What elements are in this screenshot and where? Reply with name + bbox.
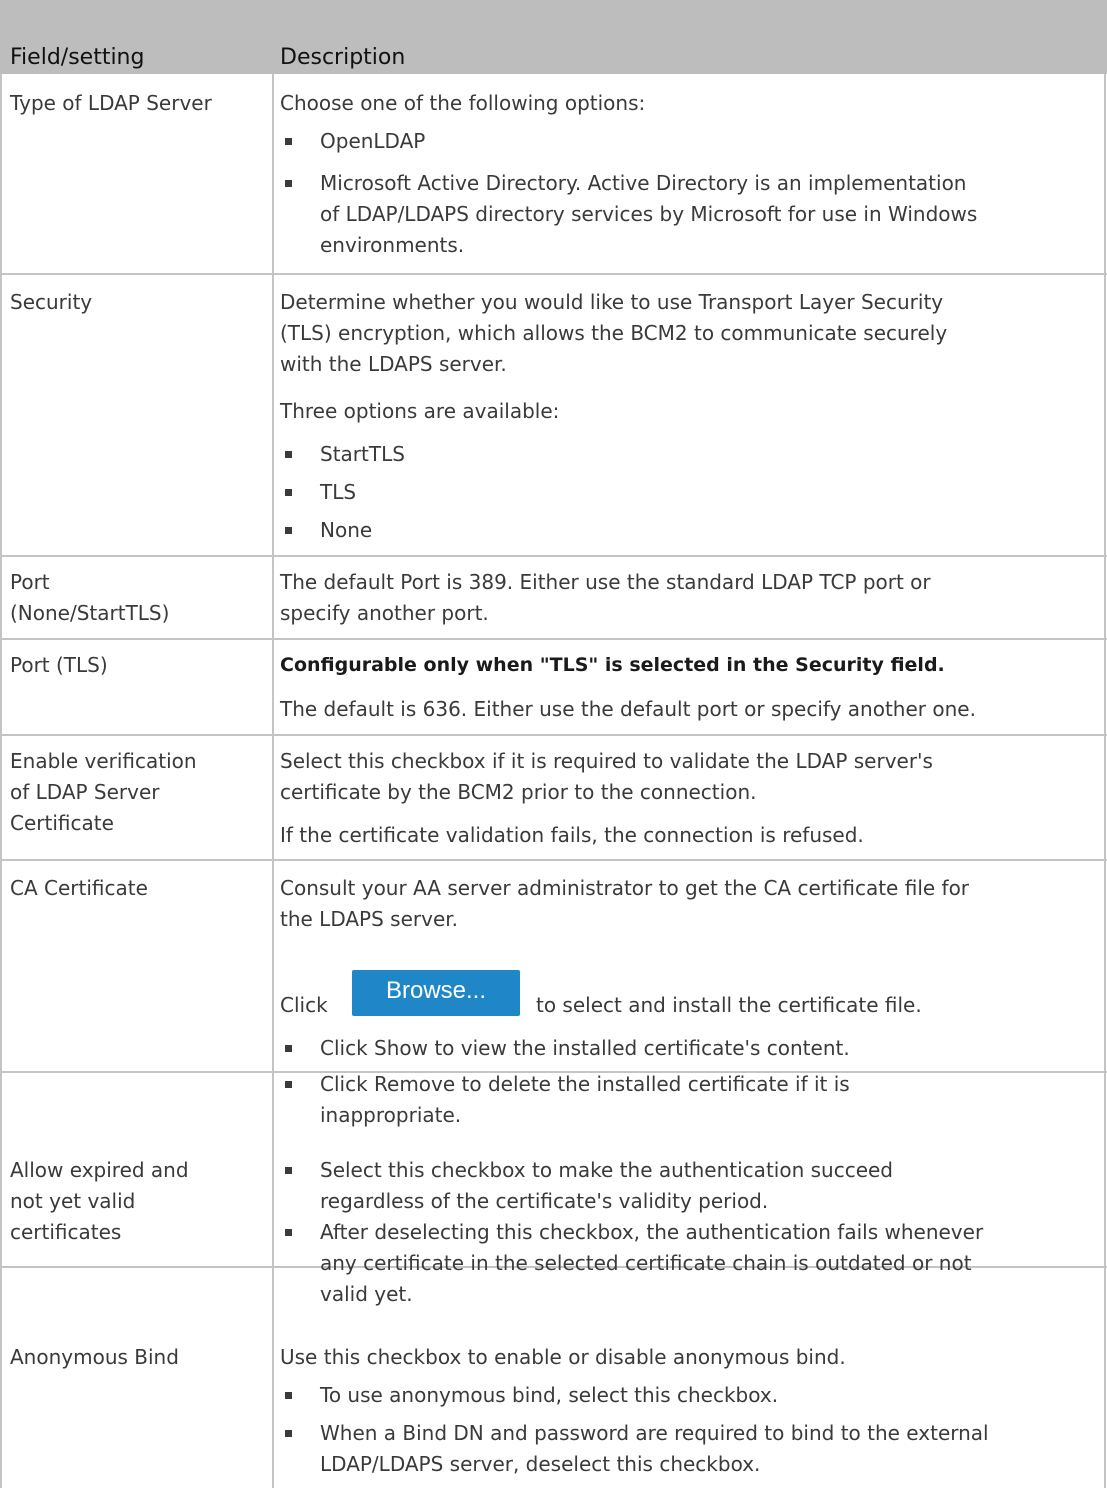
expired-b2-line1: After deselecting this checkbox, the aut… bbox=[320, 1220, 984, 1244]
row-divider bbox=[0, 555, 1107, 557]
settings-table: Field/setting Description Type of LDAP S… bbox=[0, 0, 1107, 1488]
security-options-intro: Three options are available: bbox=[280, 399, 560, 423]
header-field-setting: Field/setting bbox=[10, 45, 145, 70]
field-security: Security bbox=[10, 290, 93, 314]
ca-browse-instruction: to select and install the certificate fi… bbox=[536, 993, 922, 1017]
bullet-icon bbox=[285, 1430, 292, 1437]
port-tls-desc: The default is 636. Either use the defau… bbox=[280, 697, 976, 721]
table-left-border bbox=[0, 74, 2, 1488]
expired-b2-line3: valid yet. bbox=[320, 1282, 413, 1306]
field-port-tls: Port (TLS) bbox=[10, 653, 108, 677]
option-active-directory-line3: environments. bbox=[320, 233, 465, 257]
bullet-icon bbox=[285, 1229, 292, 1236]
field-anonymous-bind: Anonymous Bind bbox=[10, 1345, 179, 1369]
row-divider bbox=[0, 859, 1107, 861]
field-port-label: Port bbox=[10, 570, 50, 594]
verify-desc-line2: certificate by the BCM2 prior to the con… bbox=[280, 780, 757, 804]
bullet-icon bbox=[285, 1045, 292, 1052]
ca-remove-line1: Click Remove to delete the installed cer… bbox=[320, 1072, 850, 1096]
header-description: Description bbox=[280, 45, 406, 70]
field-allow-expired-line1: Allow expired and bbox=[10, 1158, 189, 1182]
bullet-icon bbox=[285, 1081, 292, 1088]
option-none: None bbox=[320, 518, 373, 542]
anon-desc-line1: Use this checkbox to enable or disable a… bbox=[280, 1345, 846, 1369]
field-allow-expired-line3: certificates bbox=[10, 1220, 122, 1244]
ca-desc-line2: the LDAPS server. bbox=[280, 907, 458, 931]
anon-b1: To use anonymous bind, select this check… bbox=[320, 1383, 779, 1407]
field-ldap-server-type: Type of LDAP Server bbox=[10, 91, 212, 115]
security-desc-line1: Determine whether you would like to use … bbox=[280, 290, 944, 314]
table-header: Field/setting Description bbox=[0, 0, 1107, 74]
anon-b2-line2: LDAP/LDAPS server, deselect this checkbo… bbox=[320, 1452, 761, 1476]
expired-b1-line1: Select this checkbox to make the authent… bbox=[320, 1158, 893, 1182]
option-active-directory-line1: Microsoft Active Directory. Active Direc… bbox=[320, 171, 967, 195]
anon-b2-line1: When a Bind DN and password are required… bbox=[320, 1421, 989, 1445]
field-allow-expired: Allow expired and not yet valid certific… bbox=[10, 1155, 265, 1248]
field-enable-verification: Enable verification of LDAP Server Certi… bbox=[10, 746, 265, 839]
expired-b2-line2: any certificate in the selected certific… bbox=[320, 1251, 972, 1275]
option-tls: TLS bbox=[320, 480, 357, 504]
bullet-icon bbox=[285, 451, 292, 458]
ca-show-instruction: Click Show to view the installed certifi… bbox=[320, 1036, 850, 1060]
column-divider bbox=[272, 74, 274, 1488]
port-desc-line1: The default Port is 389. Either use the … bbox=[280, 570, 931, 594]
port-tls-note: Configurable only when "TLS" is selected… bbox=[280, 654, 945, 676]
field-port-qualifier: (None/StartTLS) bbox=[10, 601, 170, 625]
option-starttls: StartTLS bbox=[320, 442, 405, 466]
ldap-type-intro: Choose one of the following options: bbox=[280, 91, 646, 115]
browse-button[interactable]: Browse... bbox=[352, 970, 520, 1016]
bullet-icon bbox=[285, 527, 292, 534]
port-desc-line2: specify another port. bbox=[280, 601, 489, 625]
verify-desc-line3: If the certificate validation fails, the… bbox=[280, 823, 864, 847]
ca-remove-line2: inappropriate. bbox=[320, 1103, 462, 1127]
expired-b1-line2: regardless of the certificate's validity… bbox=[320, 1189, 769, 1213]
ca-desc-line1: Consult your AA server administrator to … bbox=[280, 876, 970, 900]
bullet-icon bbox=[285, 1167, 292, 1174]
row-divider bbox=[0, 273, 1107, 275]
field-ca-certificate: CA Certificate bbox=[10, 876, 148, 900]
field-allow-expired-line2: not yet valid bbox=[10, 1189, 136, 1213]
option-openldap: OpenLDAP bbox=[320, 129, 426, 153]
row-divider bbox=[0, 638, 1107, 640]
field-verification-line1: Enable verification bbox=[10, 749, 197, 773]
field-port-none-starttls: Port (None/StartTLS) bbox=[10, 567, 265, 629]
field-verification-line2: of LDAP Server bbox=[10, 780, 160, 804]
field-verification-line3: Certificate bbox=[10, 811, 114, 835]
option-active-directory-line2: of LDAP/LDAPS directory services by Micr… bbox=[320, 202, 978, 226]
verify-desc-line1: Select this checkbox if it is required t… bbox=[280, 749, 933, 773]
bullet-icon bbox=[285, 489, 292, 496]
row-divider bbox=[0, 734, 1107, 736]
security-desc-line2: (TLS) encryption, which allows the BCM2 … bbox=[280, 321, 948, 345]
bullet-icon bbox=[285, 138, 292, 145]
security-desc-line3: with the LDAPS server. bbox=[280, 352, 507, 376]
bullet-icon bbox=[285, 1392, 292, 1399]
bullet-icon bbox=[285, 180, 292, 187]
